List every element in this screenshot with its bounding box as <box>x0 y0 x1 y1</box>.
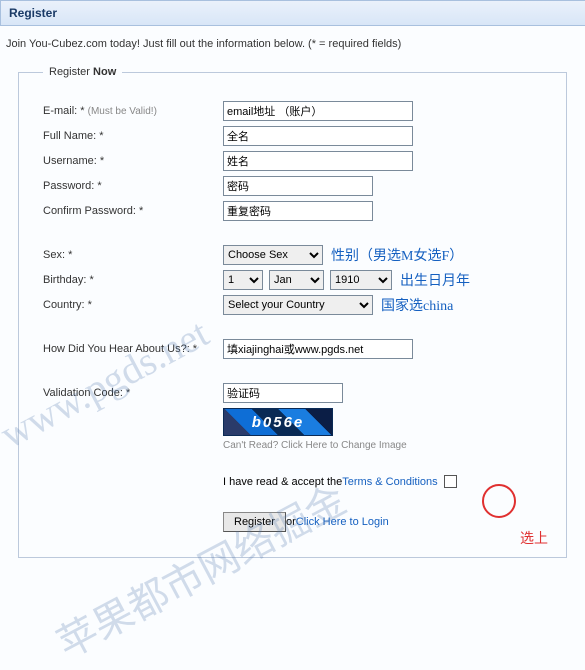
login-link[interactable]: Click Here to Login <box>296 516 389 528</box>
validation-input[interactable] <box>223 383 343 403</box>
page-title: Register <box>9 6 57 20</box>
label-sex: Sex: * <box>43 249 223 261</box>
label-email: E-mail: * (Must be Valid!) <box>43 105 223 117</box>
label-validation: Validation Code: * <box>43 387 223 399</box>
annotation-select-note: 选上 <box>520 528 548 548</box>
birthday-day-select[interactable]: 1 <box>223 270 263 290</box>
row-fullname: Full Name: * <box>43 126 542 146</box>
label-password: Password: * <box>43 180 223 192</box>
row-validation: Validation Code: * <box>43 383 542 403</box>
label-username: Username: * <box>43 155 223 167</box>
terms-text: I have read & accept the <box>223 476 342 488</box>
row-captcha: b056e Can't Read? Click Here to Change I… <box>43 408 542 451</box>
row-sex: Sex: * Choose Sex 性别（男选M女选F） <box>43 245 542 265</box>
ann-country: 国家选china <box>381 295 453 315</box>
label-birthday: Birthday: * <box>43 274 223 286</box>
birthday-month-select[interactable]: Jan <box>269 270 324 290</box>
label-confirm: Confirm Password: * <box>43 205 223 217</box>
username-input[interactable] <box>223 151 413 171</box>
row-hear: How Did You Hear About Us?: * <box>43 339 542 359</box>
intro-text: Join You-Cubez.com today! Just fill out … <box>0 26 585 66</box>
row-password: Password: * <box>43 176 542 196</box>
country-select[interactable]: Select your Country <box>223 295 373 315</box>
register-legend: Register Now <box>43 66 122 78</box>
register-button[interactable]: Register <box>223 512 286 532</box>
row-buttons: Register or Click Here to Login <box>43 512 542 532</box>
birthday-year-select[interactable]: 1910 <box>330 270 392 290</box>
fullname-input[interactable] <box>223 126 413 146</box>
label-hear: How Did You Hear About Us?: * <box>43 343 223 355</box>
title-bar: Register <box>0 0 585 26</box>
hear-input[interactable] <box>223 339 413 359</box>
sex-select[interactable]: Choose Sex <box>223 245 323 265</box>
or-text: or <box>286 516 296 528</box>
register-fieldset: Register Now E-mail: * (Must be Valid!) … <box>18 66 567 558</box>
email-input[interactable] <box>223 101 413 121</box>
row-email: E-mail: * (Must be Valid!) <box>43 101 542 121</box>
row-username: Username: * <box>43 151 542 171</box>
ann-sex: 性别（男选M女选F） <box>331 245 463 265</box>
row-birthday: Birthday: * 1 Jan 1910 出生日月年 <box>43 270 542 290</box>
label-country: Country: * <box>43 299 223 311</box>
label-fullname: Full Name: * <box>43 130 223 142</box>
row-confirm: Confirm Password: * <box>43 201 542 221</box>
row-country: Country: * Select your Country 国家选china <box>43 295 542 315</box>
confirm-input[interactable] <box>223 201 373 221</box>
row-terms: I have read & accept the Terms & Conditi… <box>43 475 542 488</box>
ann-birthday: 出生日月年 <box>400 270 470 290</box>
captcha-help[interactable]: Can't Read? Click Here to Change Image <box>223 440 407 451</box>
terms-checkbox[interactable] <box>444 475 457 488</box>
password-input[interactable] <box>223 176 373 196</box>
terms-link[interactable]: Terms & Conditions <box>342 476 437 488</box>
captcha-image[interactable]: b056e <box>223 408 333 436</box>
